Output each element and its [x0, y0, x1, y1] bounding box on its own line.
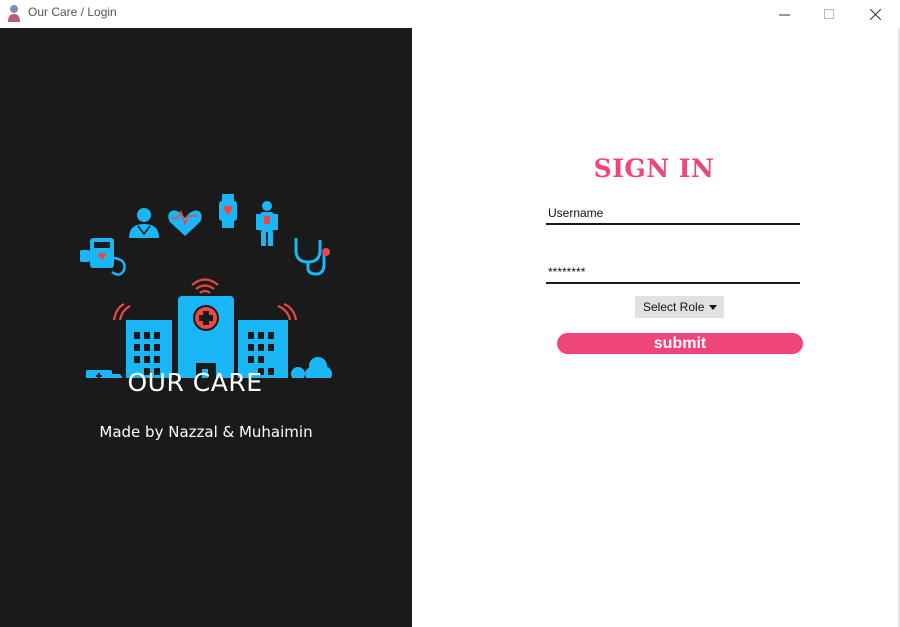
maximize-button[interactable] — [806, 0, 852, 28]
username-field[interactable] — [546, 203, 800, 225]
blood-pressure-icon — [80, 238, 126, 276]
minimize-button[interactable] — [761, 0, 807, 28]
smartwatch-icon — [219, 194, 237, 228]
chevron-down-icon — [709, 305, 717, 310]
sign-in-heading: SIGN IN — [593, 154, 715, 183]
password-field[interactable] — [546, 262, 800, 284]
brand-name: OUR CARE — [127, 368, 263, 397]
title-bar: Our Care / Login — [0, 0, 900, 28]
doctor-icon — [129, 208, 159, 238]
close-button[interactable] — [852, 0, 898, 28]
hospital-buildings-icon — [126, 296, 288, 378]
submit-button[interactable]: submit — [557, 333, 803, 354]
body-icon — [256, 201, 278, 246]
maximize-icon — [824, 9, 834, 19]
branding-panel: OUR CARE Made by Nazzal & Muhaimin — [0, 28, 412, 627]
credits-text: Made by Nazzal & Muhaimin — [99, 423, 313, 441]
minimize-icon — [778, 14, 790, 15]
close-icon — [869, 8, 881, 20]
stethoscope-icon — [294, 238, 330, 276]
heart-pulse-icon — [168, 209, 202, 236]
hospital-logo — [80, 194, 332, 378]
window-title: Our Care / Login — [28, 5, 117, 19]
role-select[interactable]: Select Role — [635, 296, 724, 318]
role-select-label: Select Role — [643, 300, 705, 314]
user-icon — [8, 5, 20, 22]
